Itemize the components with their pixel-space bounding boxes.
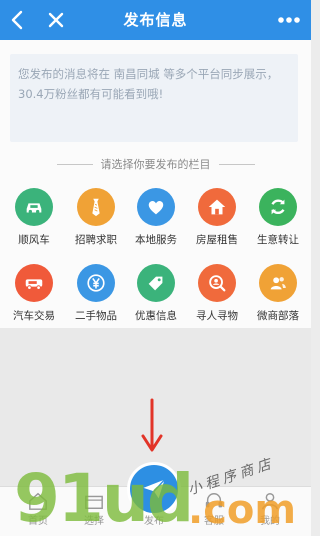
- tag-icon: [137, 264, 175, 302]
- notice-city: 南昌同城: [113, 67, 160, 81]
- store-icon: [85, 495, 103, 509]
- category-label: 顺风车: [18, 234, 50, 246]
- section-prompt: 请选择你要发布的栏目: [100, 158, 211, 171]
- notice-prefix: 您发布的消息将在: [18, 67, 110, 81]
- vehicle-icon: [15, 264, 53, 302]
- close-icon[interactable]: [44, 8, 68, 32]
- section-divider: 请选择你要发布的栏目: [0, 154, 311, 174]
- user-icon: [262, 493, 278, 510]
- tab-home[interactable]: 首页: [14, 489, 62, 535]
- tab-mine[interactable]: 我的: [246, 489, 294, 535]
- category-wechat-merchants[interactable]: 微商部落: [247, 264, 309, 334]
- publish-card: 您发布的消息将在 南昌同城 等多个平台同步展示，30.4万粉丝都有可能看到哦! …: [0, 40, 311, 328]
- back-chevron-icon[interactable]: [6, 8, 30, 32]
- category-label: 房屋租售: [196, 234, 238, 246]
- publish-button[interactable]: [127, 462, 181, 516]
- category-car-trade[interactable]: 汽车交易: [3, 264, 65, 334]
- down-arrow-icon: [140, 398, 164, 454]
- category-jobs[interactable]: 招聘求职: [65, 188, 127, 258]
- category-local-services[interactable]: 本地服务: [125, 188, 187, 258]
- search-person-icon: [198, 264, 236, 302]
- heart-icon: [137, 188, 175, 226]
- category-label: 优惠信息: [135, 310, 177, 322]
- tab-label: 客服: [204, 516, 224, 527]
- category-label: 本地服务: [135, 234, 177, 246]
- divider-line-right: [218, 163, 255, 165]
- tab-service[interactable]: 客服: [190, 489, 238, 535]
- category-lost-found[interactable]: 寻人寻物: [186, 264, 248, 334]
- category-rideshare[interactable]: 顺风车: [3, 188, 65, 258]
- house-icon: [198, 188, 236, 226]
- yen-icon: [77, 264, 115, 302]
- category-label: 汽车交易: [13, 310, 55, 322]
- category-housing[interactable]: 房屋租售: [186, 188, 248, 258]
- divider-line-left: [56, 163, 93, 165]
- category-secondhand[interactable]: 二手物品: [65, 264, 127, 334]
- home-icon: [29, 492, 47, 510]
- category-label: 生意转让: [257, 234, 299, 246]
- category-label: 寻人寻物: [196, 310, 238, 322]
- more-dots-icon[interactable]: [275, 8, 303, 32]
- category-business-transfer[interactable]: 生意转让: [247, 188, 309, 258]
- car-icon: [15, 188, 53, 226]
- people-icon: [259, 264, 297, 302]
- tie-icon: [77, 188, 115, 226]
- sync-notice: 您发布的消息将在 南昌同城 等多个平台同步展示，30.4万粉丝都有可能看到哦!: [10, 54, 298, 142]
- tab-label: 首页: [28, 516, 48, 527]
- tab-label: 我的: [260, 516, 280, 527]
- refresh-icon: [259, 188, 297, 226]
- service-icon: [205, 493, 223, 508]
- tab-label: 选择: [84, 516, 104, 527]
- top-bar: 发布信息: [0, 0, 311, 40]
- category-discounts[interactable]: 优惠信息: [125, 264, 187, 334]
- tab-select[interactable]: 选择: [70, 489, 118, 535]
- category-label: 微商部落: [257, 310, 299, 322]
- publish-plane-icon: [143, 479, 166, 499]
